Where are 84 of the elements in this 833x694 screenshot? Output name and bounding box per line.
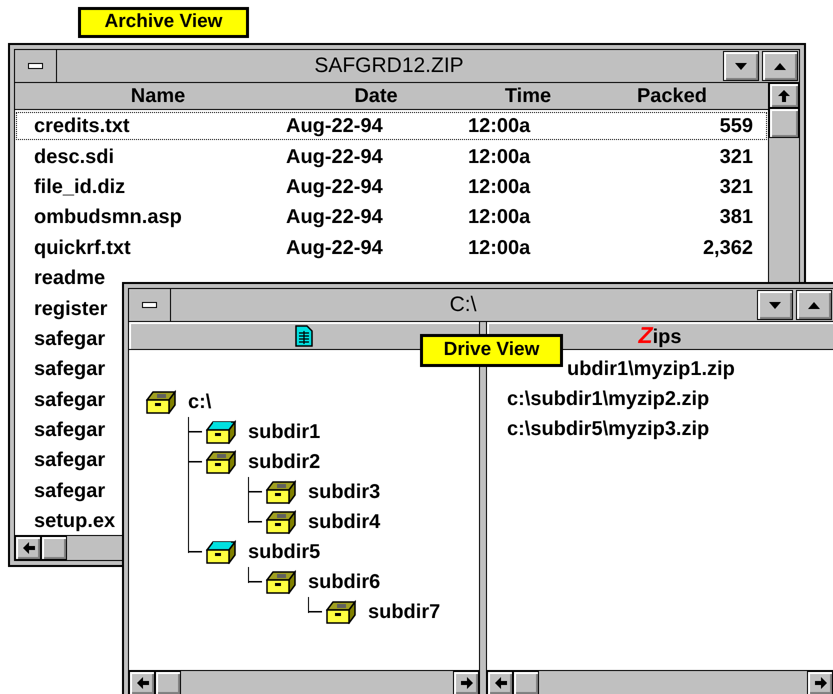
tree-item[interactable]: subdir3 (308, 477, 380, 507)
scrollbar-thumb[interactable] (155, 671, 181, 694)
tree-item[interactable]: subdir4 (308, 507, 380, 537)
tree-item[interactable]: subdir2 (248, 447, 320, 477)
table-cell: readme (34, 267, 106, 290)
header-label: Time (504, 84, 552, 109)
table-cell: file_id.diz (34, 176, 126, 198)
header-label: Name (130, 84, 186, 109)
list-item[interactable]: c:\subdir5\myzip3.zip (487, 414, 833, 444)
table-cell: 12:00a (468, 176, 530, 198)
window-title: C:\ (448, 292, 478, 318)
scrollbar-thumb[interactable] (769, 108, 799, 138)
scroll-up-button[interactable] (769, 83, 799, 108)
scroll-left-button[interactable] (487, 671, 513, 694)
zips-logo: Zips (638, 324, 682, 347)
scrollbar-thumb[interactable] (41, 536, 67, 560)
table-cell: 12:00a (468, 146, 530, 168)
header-label: Packed (636, 84, 708, 109)
table-cell: register (34, 298, 108, 320)
table-cell: 12:00a (468, 115, 530, 138)
minimize-button[interactable] (757, 290, 793, 320)
right-arrow-icon (458, 676, 474, 690)
drawer-icon (266, 480, 296, 504)
caret-down-icon (768, 300, 782, 310)
maximize-button[interactable] (796, 290, 832, 320)
scroll-left-button[interactable] (15, 536, 41, 560)
drawer-icon (266, 570, 296, 594)
table-cell: Aug-22-94 (286, 176, 383, 198)
maximize-button[interactable] (762, 51, 798, 81)
table-cell: Aug-22-94 (286, 115, 383, 138)
caret-up-icon (807, 300, 821, 310)
tree-item[interactable]: subdir7 (368, 597, 440, 627)
scrollbar-thumb[interactable] (513, 671, 539, 694)
table-cell: 559 (720, 115, 753, 138)
document-icon (295, 324, 313, 346)
left-arrow-icon (20, 541, 36, 555)
table-cell: 321 (720, 176, 753, 198)
right-arrow-icon (812, 676, 828, 690)
tree-item[interactable]: subdir1 (248, 417, 320, 447)
table-cell: 12:00a (468, 206, 530, 228)
table-cell: credits.txt (34, 115, 130, 138)
tree-item[interactable]: subdir6 (308, 567, 380, 597)
table-cell: Aug-22-94 (286, 146, 383, 168)
selected-row[interactable]: credits.txt Aug-22-94 12:00a 559 (15, 111, 768, 142)
table-cell: safegar (34, 358, 106, 380)
table-cell: 381 (720, 206, 753, 228)
file-drawer-icon (206, 540, 236, 564)
left-arrow-icon (492, 676, 508, 690)
dash-icon (142, 302, 157, 308)
left-arrow-icon (134, 676, 150, 690)
view-label: Archive View (78, 7, 249, 38)
table-cell: safegar (34, 480, 106, 502)
caret-up-icon (773, 62, 787, 70)
table-cell: safegar (34, 388, 106, 411)
drawer-icon (206, 450, 236, 474)
list-item[interactable]: c:\subdir1\myzip2.zip (487, 384, 833, 414)
dash-icon (28, 63, 43, 69)
tree-item[interactable]: c:\ (188, 387, 212, 417)
table-cell: safegar (34, 328, 106, 350)
scroll-right-button[interactable] (453, 671, 479, 694)
table-cell: ombudsmn.asp (34, 206, 182, 228)
caret-down-icon (734, 62, 748, 70)
table-cell: Aug-22-94 (286, 206, 383, 228)
table-cell: 321 (720, 146, 753, 168)
header-label: Date (353, 84, 399, 109)
table-cell: Aug-22-94 (286, 236, 383, 259)
view-label: Drive View (420, 334, 563, 367)
scroll-right-button[interactable] (807, 671, 833, 694)
scroll-left-button[interactable] (129, 671, 155, 694)
file-drawer-icon (206, 420, 236, 444)
drawer-icon (326, 600, 356, 624)
table-cell: safegar (34, 419, 106, 442)
minimize-button[interactable] (723, 51, 759, 81)
table-cell: 12:00a (468, 236, 530, 259)
drawer-icon (146, 390, 176, 414)
tree-item[interactable]: subdir5 (248, 537, 320, 567)
table-cell: quickrf.txt (34, 236, 131, 259)
window-title: SAFGRD12.ZIP (313, 53, 465, 79)
table-cell: safegar (34, 449, 106, 472)
drawer-icon (266, 510, 296, 534)
table-cell: 2,362 (702, 236, 753, 259)
up-arrow-icon (776, 88, 792, 102)
table-cell: setup.ex (34, 510, 116, 532)
table-cell: desc.sdi (34, 146, 114, 168)
